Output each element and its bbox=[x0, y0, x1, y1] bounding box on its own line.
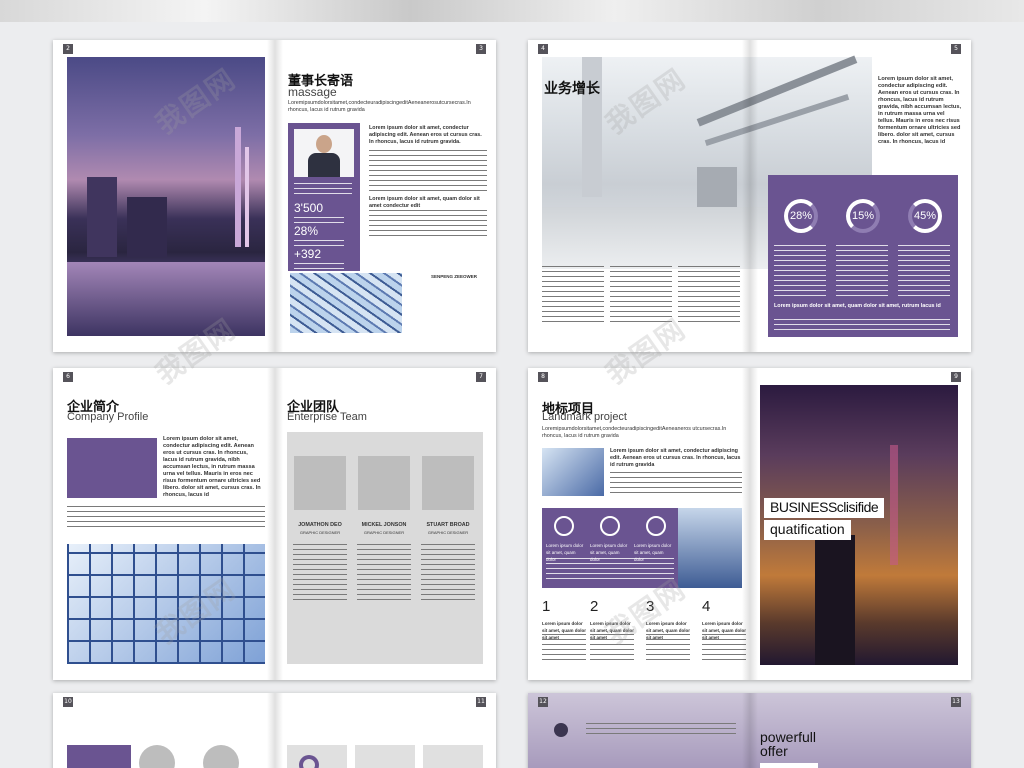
page-number: 4 bbox=[538, 44, 548, 54]
spread-pages-2-3: 2 3 董事长寄语 massage Loremipsumdolorsitamet… bbox=[53, 40, 496, 352]
top-image-strip bbox=[0, 0, 1024, 22]
circle-shape bbox=[139, 745, 175, 768]
offer-title-2: offer bbox=[760, 743, 788, 759]
team-photo bbox=[358, 456, 410, 510]
building-photo bbox=[290, 273, 402, 333]
spread-pages-6-7: 6 7 企业简介 Company Profile Lorem ipsum dol… bbox=[53, 368, 496, 680]
page-number: 10 bbox=[63, 697, 73, 707]
team-panel: JOMATHON DEO GRAPHIC DESIGNER MICKEL JON… bbox=[287, 432, 483, 664]
chairman-body-bold: Lorem ipsum dolor sit amet, quam dolor s… bbox=[369, 196, 480, 209]
profile-title-en: Company Profile bbox=[67, 411, 149, 423]
profile-body: Lorem ipsum dolor sit amet, condectur ad… bbox=[163, 436, 261, 498]
team-member-role: GRAPHIC DESIGNER bbox=[299, 530, 341, 535]
page-number: 7 bbox=[476, 372, 486, 382]
team-member-name: STUART BROAD bbox=[426, 522, 470, 528]
page-number: 13 bbox=[951, 697, 961, 707]
percent-ring: 28% bbox=[784, 199, 818, 233]
growth-stats-panel: 28% 15% 45% Lorem ipsum dolor sit amet, … bbox=[768, 175, 958, 337]
stat-value: 28% bbox=[294, 224, 319, 238]
gray-card bbox=[423, 745, 483, 768]
spread-pages-12-13: 12 13 powerfull offer bbox=[528, 693, 971, 768]
landmark-title-en: Landmark project bbox=[542, 411, 627, 423]
team-member-role: GRAPHIC DESIGNER bbox=[363, 530, 405, 535]
chairman-signature: SENPENG ZEEOWER bbox=[431, 274, 478, 279]
team-member-role: GRAPHIC DESIGNER bbox=[427, 530, 469, 535]
growth-title-cn: 业务增长 bbox=[544, 81, 600, 97]
globe-icon bbox=[554, 723, 568, 737]
gray-card bbox=[355, 745, 415, 768]
team-member-name: JOMATHON DEO bbox=[298, 522, 342, 528]
page-number: 5 bbox=[951, 44, 961, 54]
team-photo bbox=[294, 456, 346, 510]
growth-right-text: Lorem ipsum dolor sit amet, condectur ad… bbox=[878, 76, 962, 145]
percent-ring: 45% bbox=[908, 199, 942, 233]
page-number: 9 bbox=[951, 372, 961, 382]
business-banner: BUSINESSclisifide bbox=[764, 498, 885, 518]
cart-icon bbox=[600, 516, 620, 536]
stat-value: 3'500 bbox=[294, 201, 323, 215]
page-number: 11 bbox=[476, 697, 486, 707]
spread-pages-10-11: 10 11 bbox=[53, 693, 496, 768]
page-number: 8 bbox=[538, 372, 548, 382]
chairman-lead-text: Lorem ipsum dolor sit amet, condectur ad… bbox=[369, 125, 482, 145]
chairman-subtitle: Loremipsumdolorsitamet,condecteuradipisc… bbox=[288, 100, 471, 113]
tower-photo bbox=[542, 448, 604, 496]
growth-panel-caption: Lorem ipsum dolor sit amet, quam dolor s… bbox=[774, 303, 941, 309]
step-number: 1 bbox=[542, 598, 551, 615]
city-skyline-photo bbox=[67, 57, 265, 336]
team-title-en: Enterprise Team bbox=[287, 411, 367, 423]
chairman-title-en: massage bbox=[288, 85, 337, 99]
quatification-banner-text: quatification bbox=[770, 521, 845, 537]
monitor-icon bbox=[554, 516, 574, 536]
team-photo bbox=[422, 456, 474, 510]
spread-pages-8-9: 8 9 地标项目 Landmark project Loremipsumdolo… bbox=[528, 368, 971, 680]
spread-pages-4-5: 4 5 业务增长 Lorem ipsum dolor sit amet, con… bbox=[528, 40, 971, 352]
ring-chart-icon bbox=[299, 755, 319, 768]
step-number: 4 bbox=[702, 598, 711, 615]
step-number: 3 bbox=[646, 598, 655, 615]
chairman-info-panel: 3'500 28% +392 bbox=[288, 123, 360, 271]
page-number: 3 bbox=[476, 44, 486, 54]
landmark-lead: Lorem ipsum dolor sit amet, condectur ad… bbox=[610, 448, 741, 468]
quatification-banner: quatification bbox=[764, 520, 851, 540]
page-number: 2 bbox=[63, 44, 73, 54]
circle-shape bbox=[203, 745, 239, 768]
team-member-name: MICKEL JONSON bbox=[361, 522, 407, 528]
percent-ring: 15% bbox=[846, 199, 880, 233]
money-bag-icon bbox=[646, 516, 666, 536]
step-number: 2 bbox=[590, 598, 599, 615]
page-number: 6 bbox=[63, 372, 73, 382]
skyscraper-photo bbox=[678, 508, 742, 588]
business-banner-text: BUSINESSclisifide bbox=[770, 499, 879, 515]
chairman-portrait bbox=[294, 129, 354, 177]
page-number: 12 bbox=[538, 697, 548, 707]
glass-ceiling-photo bbox=[67, 544, 265, 664]
stat-value: +392 bbox=[294, 247, 322, 261]
profile-color-block bbox=[67, 438, 157, 498]
offer-card bbox=[760, 763, 818, 768]
landmark-icon-panel: Lorem ipsum dolor sit amet, quam dolor L… bbox=[542, 508, 678, 588]
landmark-subtitle: Loremipsumdolorsitamet,condecteuradipisc… bbox=[542, 426, 727, 439]
color-block bbox=[67, 745, 131, 768]
